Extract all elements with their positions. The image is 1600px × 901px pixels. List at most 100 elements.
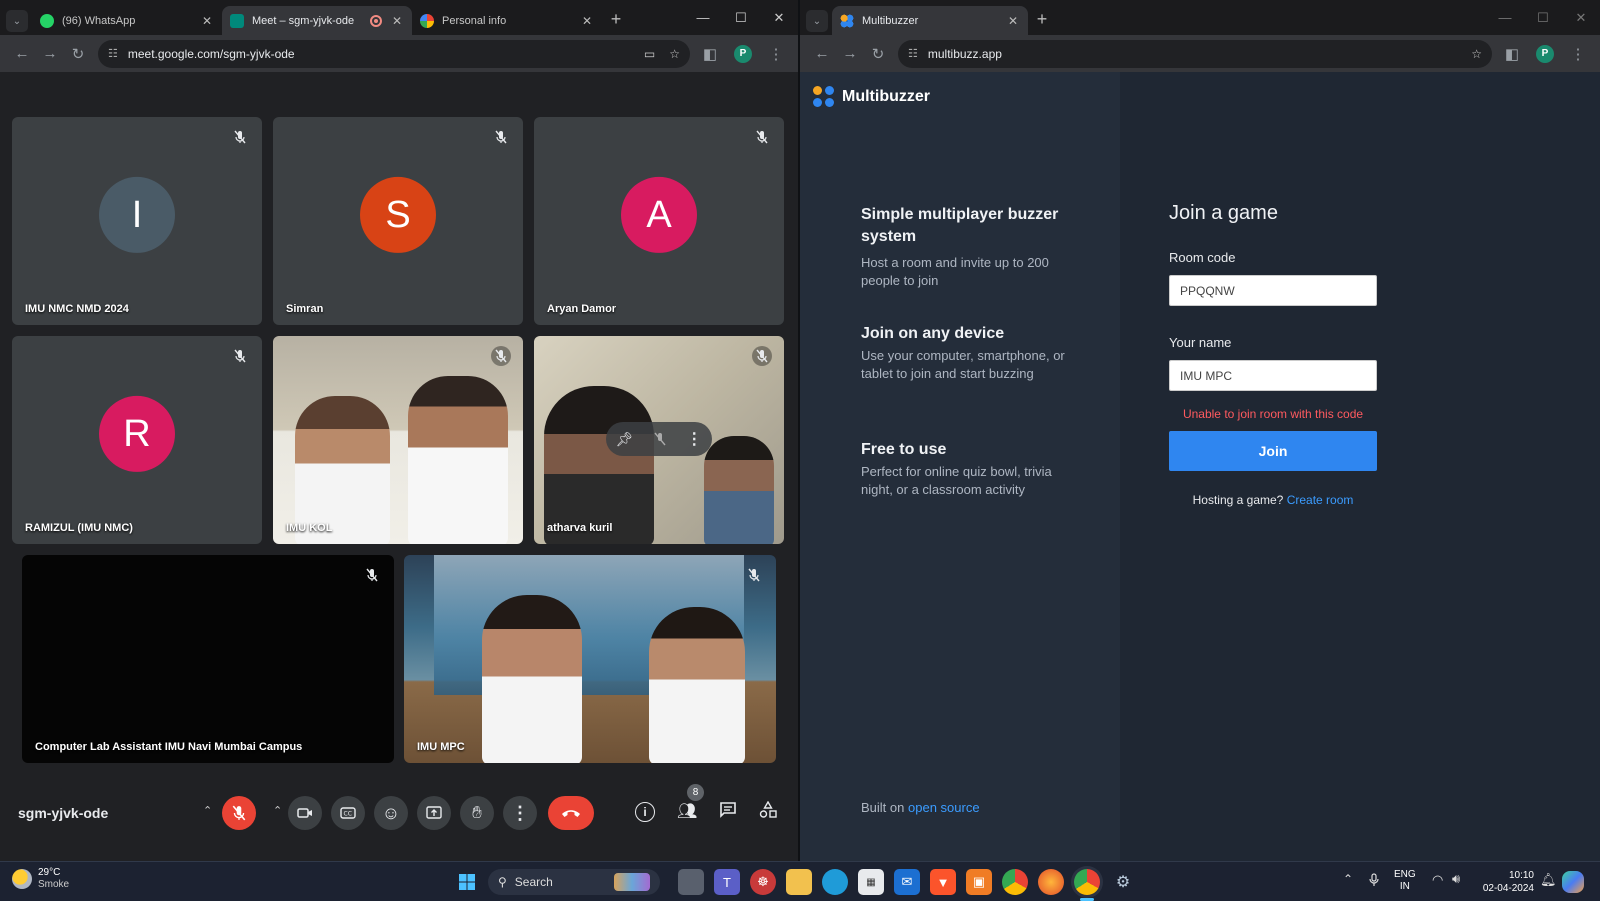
url-field[interactable]: ☷ meet.google.com/sgm-yjvk-ode ▭ ☆ [98,39,690,68]
feature-item: Free to use Perfect for online quiz bowl… [861,439,1081,499]
tab-personal-info[interactable]: Personal info ✕ [412,6,602,35]
tab-search-button[interactable]: ⌄ [806,10,828,32]
store-icon[interactable]: ▦ [858,869,884,895]
settings-icon[interactable]: ⚙︎ [1110,869,1136,895]
menu-dots-icon[interactable]: ⋮ [762,40,790,68]
clock[interactable]: 10:10 02-04-2024 [1474,869,1534,895]
bookmark-star-icon[interactable]: ☆ [1471,47,1482,61]
people-icon[interactable]: 👥︎ [677,801,697,821]
participant-tile[interactable]: A Aryan Damor [534,117,784,325]
participant-video-tile[interactable]: Computer Lab Assistant IMU Navi Mumbai C… [22,555,394,763]
pin-icon[interactable]: 📌︎ [616,431,634,448]
participant-name: RAMIZUL (IMU NMC) [25,522,133,534]
wifi-icon[interactable]: ◠ [1432,872,1443,888]
windows-start-icon[interactable] [454,869,480,895]
tab-multibuzzer[interactable]: Multibuzzer ✕ [832,6,1028,35]
site-settings-icon[interactable]: ☷ [108,47,118,60]
firefox-icon[interactable] [1038,869,1064,895]
taskbar-search-box[interactable]: ⚲ Search [488,869,660,895]
tab-search-button[interactable]: ⌄ [6,10,28,32]
leave-call-button[interactable] [548,796,594,830]
mute-participant-icon[interactable] [653,432,667,446]
show-hidden-icons[interactable]: ⌃ [1343,872,1353,886]
minimize-icon[interactable]: — [1486,0,1524,35]
bookmark-star-icon[interactable]: ☆ [669,47,680,61]
profile-avatar[interactable]: P [734,44,752,63]
open-source-link[interactable]: open source [908,800,980,815]
menu-dots-icon[interactable]: ⋮ [1564,40,1592,68]
name-input[interactable]: IMU MPC [1169,360,1377,391]
brand[interactable]: Multibuzzer [813,86,930,107]
meeting-details-icon[interactable]: i [635,802,655,822]
close-tab-icon[interactable]: ✕ [390,14,404,28]
close-window-icon[interactable]: ✕ [760,0,798,35]
camera-icon[interactable]: ▭ [644,47,655,61]
join-heading: Join a game [1169,202,1278,224]
raise-hand-button[interactable]: ✋︎ [460,796,494,830]
maximize-icon[interactable]: ☐ [722,0,760,35]
participant-video-tile[interactable]: 📌︎ ⋮ atharva kuril [534,336,784,544]
microphone-icon[interactable] [1369,873,1379,887]
close-window-icon[interactable]: ✕ [1562,0,1600,35]
create-room-link[interactable]: Create room [1287,493,1354,507]
reload-icon[interactable]: ↻ [864,40,892,68]
brave-icon[interactable]: ▼ [930,869,956,895]
task-view-icon[interactable] [678,869,704,895]
video-options-button[interactable]: ⌃ [273,804,282,817]
back-icon[interactable]: ← [8,40,36,68]
mail-icon[interactable]: ✉︎ [894,869,920,895]
side-panel-icon[interactable]: ◧ [696,40,724,68]
participant-tile[interactable]: R RAMIZUL (IMU NMC) [12,336,262,544]
app-icon[interactable]: ☸︎ [750,869,776,895]
side-panel-icon[interactable]: ◧ [1498,40,1526,68]
copilot-icon[interactable] [1562,871,1584,893]
new-tab-button[interactable]: + [602,5,630,33]
participant-video-tile[interactable]: IMU MPC [404,555,776,763]
forward-icon[interactable]: → [36,40,64,68]
profile-avatar[interactable]: P [1536,44,1554,63]
emoji-reaction-button[interactable]: ☺ [374,796,408,830]
language-indicator[interactable]: ENG IN [1394,869,1416,893]
reload-icon[interactable]: ↻ [64,40,92,68]
close-tab-icon[interactable]: ✕ [580,14,594,28]
chat-icon[interactable] [719,801,737,819]
room-code-input[interactable]: PPQQNW [1169,275,1377,306]
site-settings-icon[interactable]: ☷ [908,47,918,60]
microphone-toggle-button[interactable] [222,796,256,830]
name-label: Your name [1169,335,1232,350]
maximize-icon[interactable]: ☐ [1524,0,1562,35]
app-icon-orange[interactable]: ▣ [966,869,992,895]
activities-icon[interactable] [759,801,777,819]
url-field[interactable]: ☷ multibuzz.app ☆ [898,39,1492,68]
volume-icon[interactable]: 🔊︎ [1452,871,1460,887]
participant-tile[interactable]: I IMU NMC NMD 2024 [12,117,262,325]
left-tab-strip: ⌄ (96) WhatsApp ✕ Meet – sgm-yjvk-ode ✕ … [0,0,798,35]
present-screen-button[interactable] [417,796,451,830]
file-explorer-icon[interactable] [786,869,812,895]
multibuzzer-icon [840,13,854,28]
audio-options-button[interactable]: ⌃ [203,804,212,817]
weather-widget[interactable]: 29°C Smoke [12,867,69,891]
notification-bell-icon[interactable]: 🔔︎ [1540,872,1557,888]
more-options-icon[interactable]: ⋮ [686,429,702,449]
tab-whatsapp[interactable]: (96) WhatsApp ✕ [32,6,222,35]
participant-video-tile[interactable]: IMU KOL [273,336,523,544]
more-options-button[interactable]: ⋮ [503,796,537,830]
back-icon[interactable]: ← [808,40,836,68]
left-address-bar: ← → ↻ ☷ meet.google.com/sgm-yjvk-ode ▭ ☆… [0,35,798,72]
chrome-icon[interactable] [1002,869,1028,895]
teams-icon[interactable]: T [714,869,740,895]
camera-toggle-button[interactable] [288,796,322,830]
new-tab-button[interactable]: + [1028,5,1056,33]
forward-icon[interactable]: → [836,40,864,68]
chrome-profile-icon[interactable] [1074,869,1100,895]
close-tab-icon[interactable]: ✕ [200,14,214,28]
captions-button[interactable]: CC [331,796,365,830]
participant-tile[interactable]: S Simran [273,117,523,325]
minimize-icon[interactable]: — [684,0,722,35]
close-tab-icon[interactable]: ✕ [1006,14,1020,28]
participant-name: IMU KOL [286,522,333,534]
edge-icon[interactable] [822,869,848,895]
tab-meet[interactable]: Meet – sgm-yjvk-ode ✕ [222,6,412,35]
join-button[interactable]: Join [1169,431,1377,471]
